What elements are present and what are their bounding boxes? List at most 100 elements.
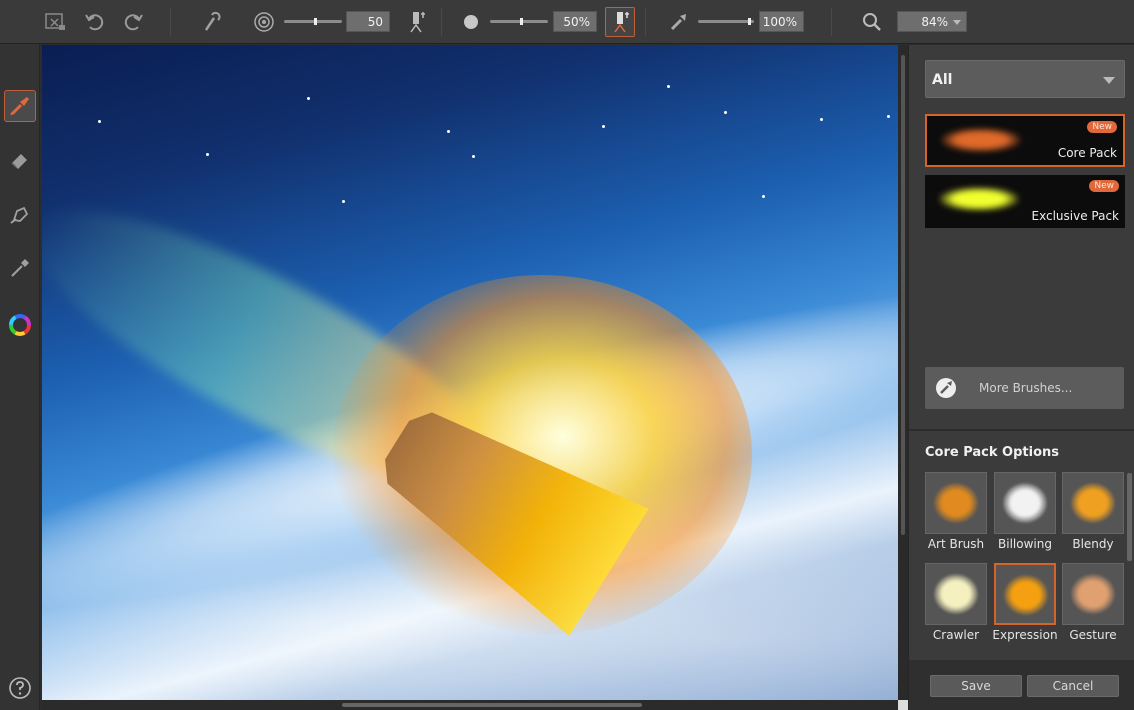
options-title: Core Pack Options <box>925 445 1060 460</box>
flow-slider-knob[interactable] <box>748 18 751 25</box>
brush-label: Blendy <box>1072 537 1114 551</box>
star <box>98 120 101 123</box>
new-badge: New <box>1087 121 1117 133</box>
star <box>724 111 727 114</box>
section-divider <box>909 429 1134 431</box>
brush-stroke-preview <box>1071 574 1115 614</box>
brush-blendy[interactable]: Blendy <box>1062 472 1124 552</box>
left-toolbar <box>0 44 40 710</box>
brush-label: Gesture <box>1069 628 1117 642</box>
pack-preview-stroke <box>941 128 1021 152</box>
brush-stroke-preview <box>934 483 978 523</box>
opacity-field[interactable]: 50% <box>553 11 597 32</box>
toolbar-divider <box>645 8 646 36</box>
eraser-icon <box>11 154 27 169</box>
toolbar-divider <box>170 8 171 36</box>
clear-canvas-icon[interactable] <box>40 7 70 37</box>
star <box>762 195 765 198</box>
brush-label: Crawler <box>932 628 980 642</box>
more-brushes-label: More Brushes... <box>979 381 1073 395</box>
eyedropper-icon <box>11 259 29 277</box>
smudge-tool-button[interactable] <box>4 198 36 230</box>
opacity-pressure-toggle-icon[interactable] <box>605 7 635 37</box>
size-pressure-toggle-icon[interactable] <box>401 7 431 37</box>
pack-name: Core Pack <box>1057 146 1117 160</box>
brush-stroke-preview <box>1004 575 1048 615</box>
scrollbar-thumb[interactable] <box>901 55 905 535</box>
brush-stroke-preview <box>934 574 978 614</box>
category-select[interactable]: All <box>925 60 1125 98</box>
brush-gesture[interactable]: Gesture <box>1062 563 1124 643</box>
brush-panel: All New Core Pack New Exclusive Pack Mor… <box>908 45 1134 710</box>
star <box>447 130 450 133</box>
brush-thumbnail <box>925 563 987 625</box>
star <box>342 200 345 203</box>
brush-thumbnail <box>994 563 1056 625</box>
chevron-down-icon <box>953 20 961 25</box>
brush-label: Billowing <box>998 537 1052 551</box>
star <box>667 85 670 88</box>
star <box>820 118 823 121</box>
star <box>206 153 209 156</box>
brush-label: Expression <box>992 628 1058 642</box>
star <box>472 155 475 158</box>
more-brushes-button[interactable]: More Brushes... <box>925 367 1124 409</box>
star <box>602 125 605 128</box>
star <box>887 115 890 118</box>
horizontal-scrollbar[interactable] <box>42 700 898 710</box>
brush-expression[interactable]: Expression <box>992 563 1058 643</box>
category-value: All <box>932 72 953 88</box>
brush-size-slider-knob[interactable] <box>314 18 317 25</box>
brush-pack-icon <box>936 378 956 398</box>
brush-tool-button[interactable] <box>4 90 36 122</box>
brush-thumbnail <box>925 472 987 534</box>
toolbar-divider <box>441 8 442 36</box>
new-badge: New <box>1089 180 1119 192</box>
flow-icon <box>664 7 694 37</box>
brush-stroke-preview <box>1071 483 1115 523</box>
pack-core[interactable]: New Core Pack <box>925 114 1125 167</box>
opacity-slider-knob[interactable] <box>520 18 523 25</box>
redo-icon[interactable] <box>118 7 148 37</box>
zoom-value: 84% <box>921 15 948 29</box>
brush-size-field[interactable]: 50 <box>346 11 390 32</box>
toolbar-divider <box>831 8 832 36</box>
help-button[interactable] <box>4 672 36 704</box>
brush-label: Art Brush <box>927 537 985 551</box>
flow-slider[interactable] <box>698 18 754 25</box>
brush-size-slider[interactable] <box>284 18 342 25</box>
brush-thumbnail <box>1062 472 1124 534</box>
opacity-icon <box>456 7 486 37</box>
brush-settings-icon[interactable] <box>197 7 227 37</box>
eraser-tool-button[interactable] <box>4 144 36 176</box>
save-button[interactable]: Save <box>930 675 1022 697</box>
eyedropper-tool-button[interactable] <box>4 252 36 284</box>
top-toolbar: 50 50% 100% 84% <box>0 0 1134 44</box>
flow-field[interactable]: 100% <box>759 11 804 32</box>
pack-exclusive[interactable]: New Exclusive Pack <box>925 175 1125 228</box>
zoom-select[interactable]: 84% <box>897 11 967 32</box>
opacity-slider[interactable] <box>490 18 548 25</box>
color-picker-button[interactable] <box>4 309 36 341</box>
chevron-down-icon <box>1103 77 1115 84</box>
cancel-button[interactable]: Cancel <box>1027 675 1119 697</box>
star <box>307 97 310 100</box>
pack-name: Exclusive Pack <box>1031 209 1120 223</box>
brush-size-icon <box>249 7 279 37</box>
brush-list-scrollbar[interactable] <box>1127 473 1132 561</box>
painting-canvas[interactable] <box>42 45 898 700</box>
scroll-corner <box>898 700 908 710</box>
brush-crawler[interactable]: Crawler <box>925 563 987 643</box>
undo-icon[interactable] <box>80 7 110 37</box>
pack-preview-stroke <box>939 187 1019 211</box>
dialog-button-bar: Save Cancel <box>909 660 1134 710</box>
zoom-icon[interactable] <box>857 7 887 37</box>
brush-thumbnail <box>994 472 1056 534</box>
brush-billowing[interactable]: Billowing <box>994 472 1056 552</box>
scrollbar-thumb[interactable] <box>342 703 642 707</box>
smudge-icon <box>10 206 29 224</box>
help-icon <box>9 677 31 699</box>
panel-divider-scrollbar[interactable] <box>898 45 908 700</box>
brush-stroke-preview <box>1003 483 1047 523</box>
brush-art-brush[interactable]: Art Brush <box>925 472 987 552</box>
